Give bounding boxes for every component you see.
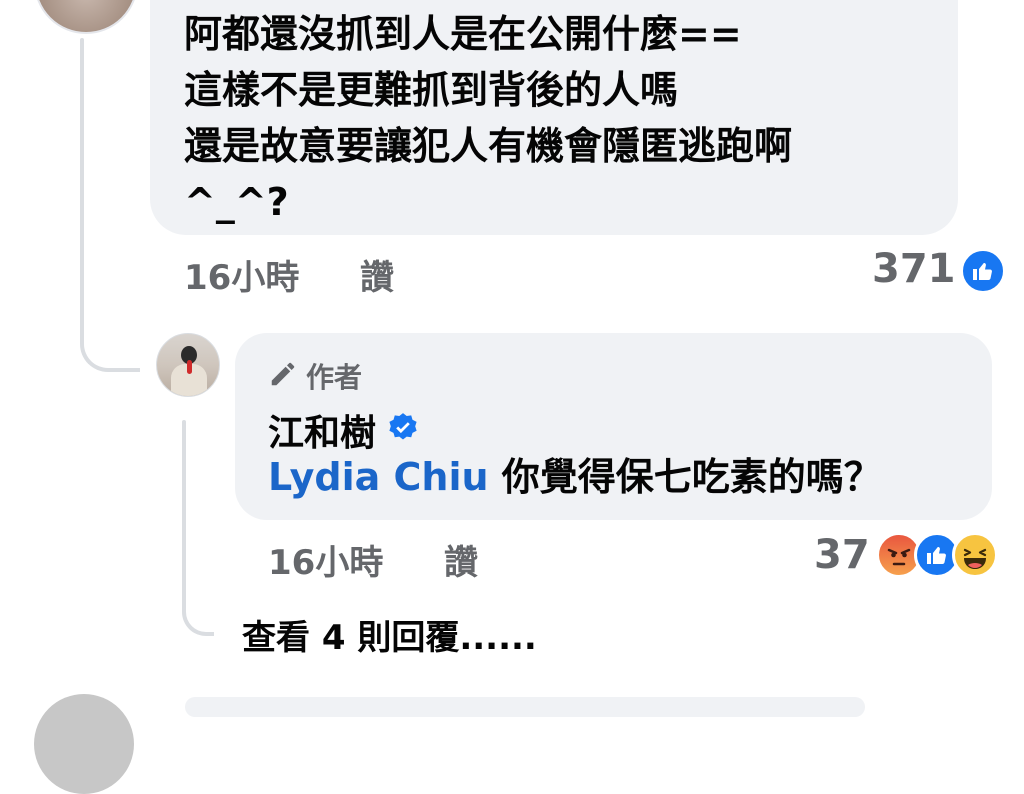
reply-message: 你覺得保七吃素的嗎？ bbox=[501, 455, 882, 499]
comment-reaction-count[interactable]: 371 bbox=[872, 246, 956, 292]
author-badge-row: 作者 bbox=[268, 356, 362, 396]
comment-timestamp[interactable]: 16小時 bbox=[184, 250, 299, 299]
mention-link[interactable]: Lydia Chiu bbox=[268, 455, 489, 499]
pencil-icon bbox=[268, 359, 298, 393]
reply-reaction-count[interactable]: 37 bbox=[814, 532, 870, 578]
comment-text: 阿都還沒抓到人是在公開什麼== 這樣不是更難抓到背後的人嗎 還是故意要讓犯人有機… bbox=[184, 12, 793, 224]
next-comment-bubble bbox=[185, 697, 865, 717]
reply-reactions[interactable] bbox=[876, 532, 998, 578]
reply-author-row: 江和樹 bbox=[268, 404, 420, 456]
thread-line bbox=[80, 38, 84, 338]
author-badge-label: 作者 bbox=[306, 361, 363, 394]
avatar-microphone bbox=[187, 360, 192, 374]
comment-like-button[interactable]: 讚 bbox=[360, 250, 394, 299]
thread-connector bbox=[80, 300, 140, 372]
reply-like-button[interactable]: 讚 bbox=[444, 535, 478, 584]
reply-timestamp[interactable]: 16小時 bbox=[268, 535, 383, 584]
view-replies-link[interactable]: 查看 4 則回覆...... bbox=[242, 610, 537, 659]
reply-text: Lydia Chiu 你覺得保七吃素的嗎？ bbox=[268, 453, 882, 501]
commenter-avatar[interactable] bbox=[34, 0, 138, 34]
reply-author-avatar[interactable] bbox=[156, 333, 220, 397]
haha-icon bbox=[952, 532, 998, 578]
next-commenter-avatar[interactable] bbox=[34, 694, 134, 794]
reply-thread-line bbox=[182, 420, 186, 590]
reply-thread-connector bbox=[182, 580, 214, 636]
reply-author-name[interactable]: 江和樹 bbox=[268, 404, 376, 456]
like-icon[interactable] bbox=[960, 248, 1006, 294]
verified-badge-icon bbox=[386, 411, 420, 449]
